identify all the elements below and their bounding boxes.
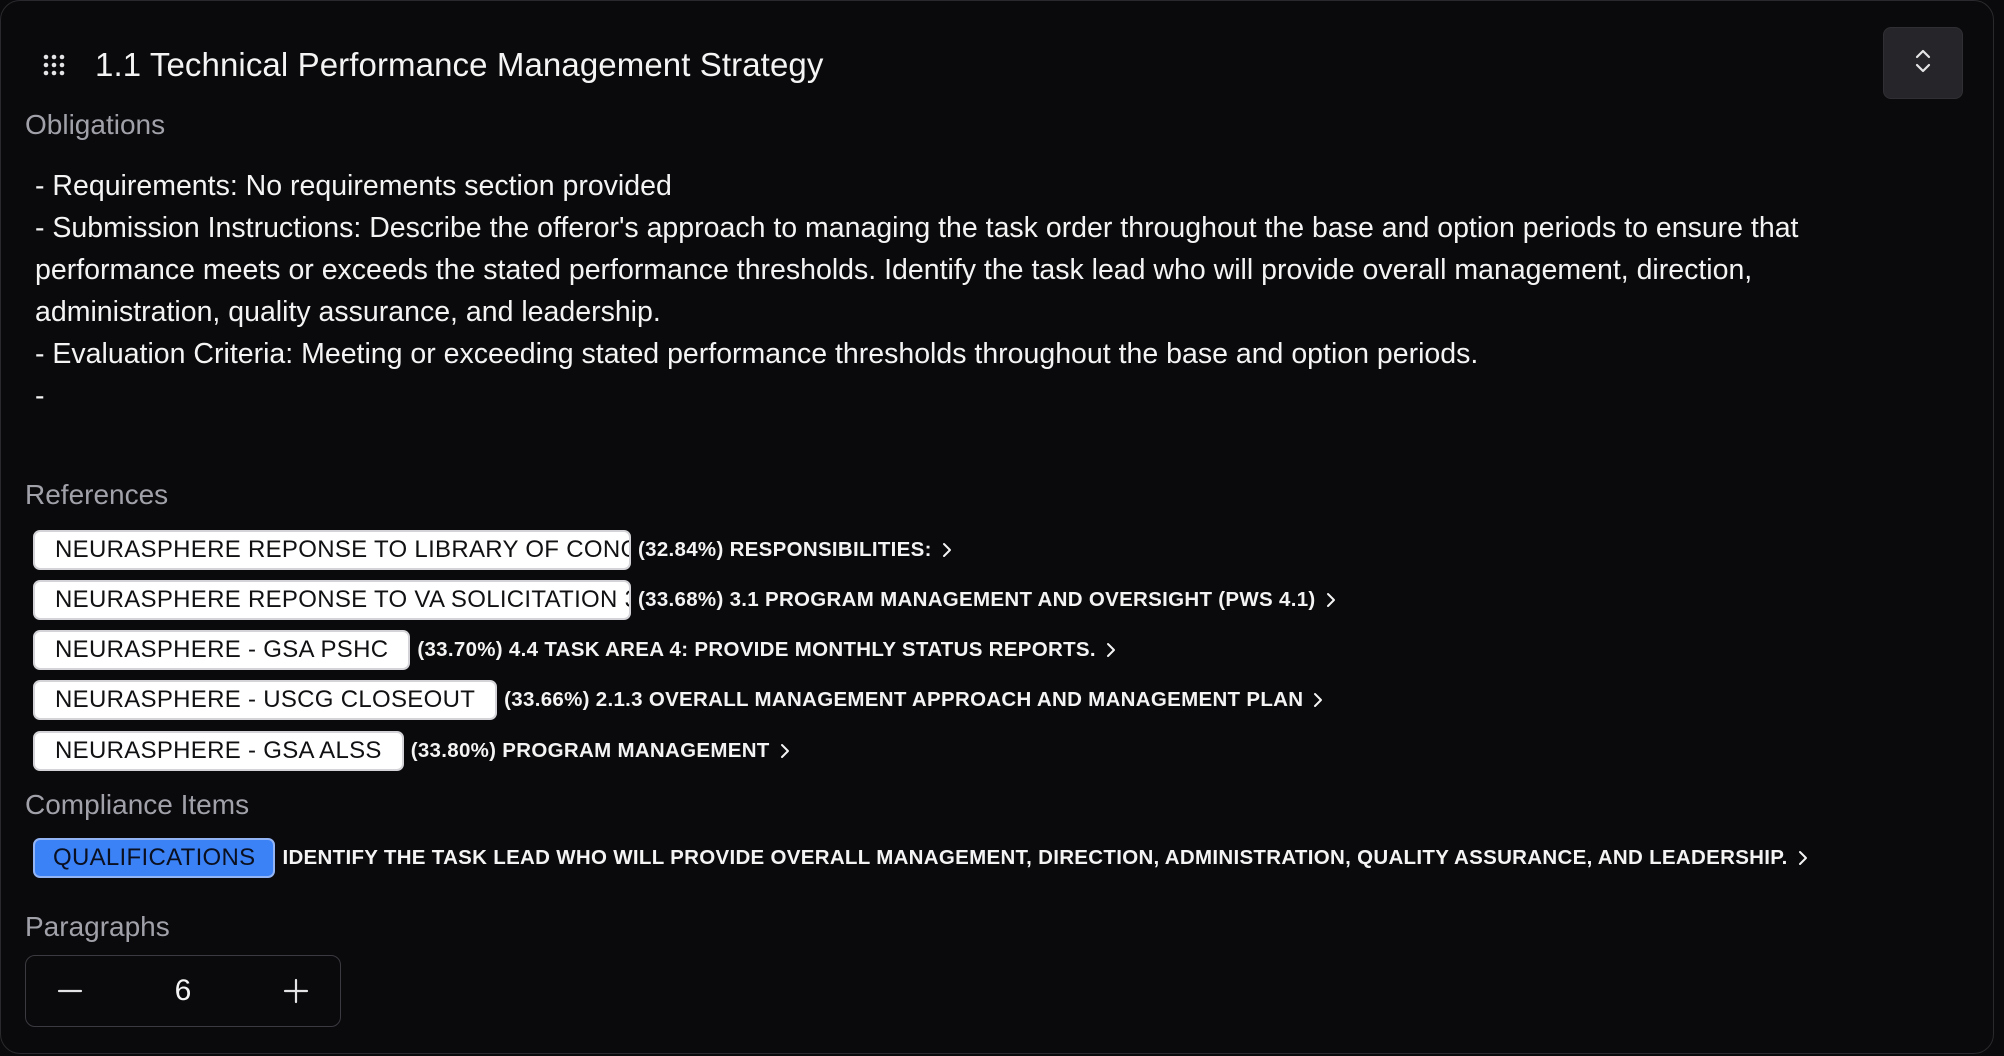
reference-excerpt[interactable]: (33.68%) 3.1 PROGRAM MANAGEMENT AND OVER… bbox=[638, 588, 1316, 612]
reference-item[interactable]: NEURASPHERE - GSA ALSS (33.80%) PROGRAM … bbox=[33, 730, 790, 772]
paragraphs-value[interactable]: 6 bbox=[153, 974, 213, 1008]
grip-dots-icon[interactable] bbox=[39, 50, 69, 80]
paragraphs-label: Paragraphs bbox=[25, 911, 170, 942]
chevron-right-icon[interactable] bbox=[1798, 850, 1808, 866]
compliance-item[interactable]: QUALIFICATIONS IDENTIFY THE TASK LEAD WH… bbox=[33, 837, 1808, 879]
expand-collapse-button[interactable] bbox=[1883, 27, 1963, 99]
obligations-text: - Requirements: No requirements section … bbox=[35, 170, 1799, 412]
reference-excerpt[interactable]: (33.66%) 2.1.3 OVERALL MANAGEMENT APPROA… bbox=[504, 688, 1303, 712]
compliance-items-label: Compliance Items bbox=[25, 789, 250, 820]
reference-item[interactable]: NEURASPHERE REPONSE TO LIBRARY OF CONGRE… bbox=[33, 529, 952, 571]
paragraphs-stepper[interactable]: 6 bbox=[25, 955, 341, 1027]
obligations-label: Obligations bbox=[25, 109, 166, 140]
reference-item[interactable]: NEURASPHERE - USCG CLOSEOUT (33.66%) 2.1… bbox=[33, 679, 1323, 721]
reference-excerpt[interactable]: (33.70%) 4.4 TASK AREA 4: PROVIDE MONTHL… bbox=[417, 638, 1096, 662]
compliance-item-text[interactable]: IDENTIFY THE TASK LEAD WHO WILL PROVIDE … bbox=[282, 846, 1787, 870]
reference-item[interactable]: NEURASPHERE - GSA PSHC (33.70%) 4.4 TASK… bbox=[33, 629, 1116, 671]
minus-icon[interactable] bbox=[52, 973, 88, 1009]
references-label: References bbox=[25, 479, 169, 510]
section-header: 1.1 Technical Performance Management Str… bbox=[39, 45, 823, 85]
reference-source-badge[interactable]: NEURASPHERE REPONSE TO VA SOLICITATION 3… bbox=[33, 580, 631, 620]
reference-source-badge[interactable]: NEURASPHERE REPONSE TO LIBRARY OF CONGRE… bbox=[33, 530, 631, 570]
chevron-right-icon[interactable] bbox=[1326, 592, 1336, 608]
chevron-right-icon[interactable] bbox=[780, 743, 790, 759]
plus-icon[interactable] bbox=[278, 973, 314, 1009]
chevron-right-icon[interactable] bbox=[942, 542, 952, 558]
reference-item[interactable]: NEURASPHERE REPONSE TO VA SOLICITATION 3… bbox=[33, 579, 1336, 621]
reference-source-badge[interactable]: NEURASPHERE - USCG CLOSEOUT bbox=[33, 680, 498, 720]
reference-excerpt[interactable]: (32.84%) RESPONSIBILITIES: bbox=[638, 538, 932, 562]
section-card: 1.1 Technical Performance Management Str… bbox=[0, 0, 1994, 1054]
reference-source-badge[interactable]: NEURASPHERE - GSA PSHC bbox=[33, 630, 411, 670]
chevron-right-icon[interactable] bbox=[1313, 692, 1323, 708]
compliance-category-badge[interactable]: QUALIFICATIONS bbox=[33, 838, 276, 878]
section-title: 1.1 Technical Performance Management Str… bbox=[95, 46, 824, 83]
chevrons-up-down-icon bbox=[1913, 48, 1933, 79]
reference-source-badge[interactable]: NEURASPHERE - GSA ALSS bbox=[33, 731, 404, 771]
reference-excerpt[interactable]: (33.80%) PROGRAM MANAGEMENT bbox=[411, 739, 770, 763]
chevron-right-icon[interactable] bbox=[1106, 642, 1116, 658]
